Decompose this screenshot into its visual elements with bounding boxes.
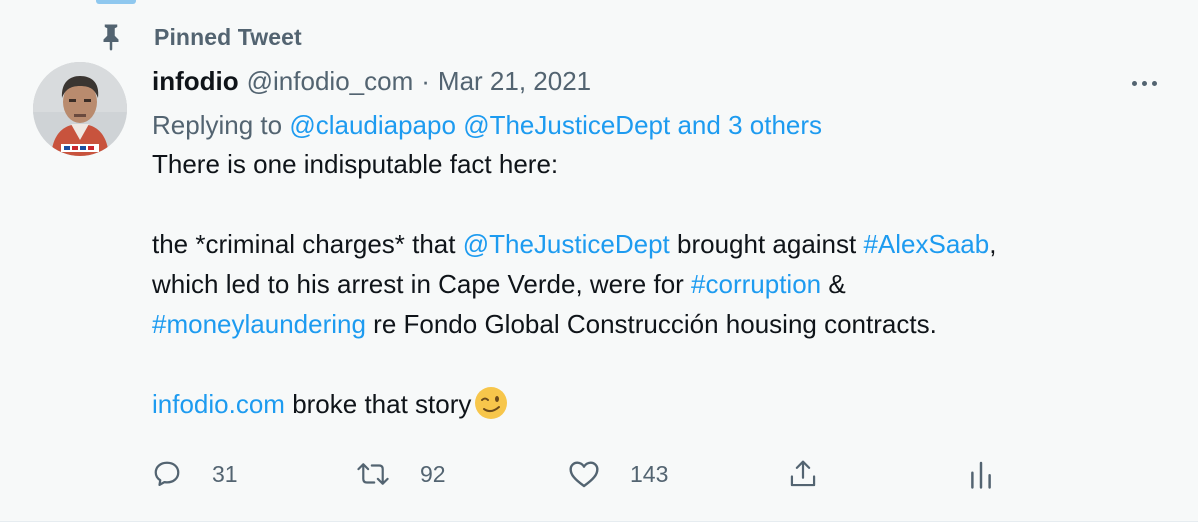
share-icon [788,458,818,490]
author-handle[interactable]: @infodio_com [247,62,414,100]
others-link[interactable]: and 3 others [677,110,822,140]
wink-emoji [473,385,509,421]
pinned-label: Pinned Tweet [154,23,302,50]
author-name[interactable]: infodio [152,62,239,100]
tweet-paragraph: There is one indisputable fact here: [152,149,559,179]
tweet-paragraph: infodio.com broke that story [152,384,1142,424]
tweet-content: infodio @infodio_com · Mar 21, 2021 Repl… [152,62,1142,424]
pinned-indicator: Pinned Tweet [96,22,302,52]
thread-indicator [96,0,136,4]
infodio-link[interactable]: infodio.com [152,389,285,419]
hashtag-alexsaab[interactable]: #AlexSaab [863,229,989,259]
share-button[interactable] [788,450,818,498]
tweet-actions: 31 92 143 [152,450,1012,498]
retweet-icon [356,459,390,489]
tweet-text: There is one indisputable fact here: the… [152,144,1142,424]
replying-to-prefix: Replying to [152,110,283,140]
replying-to: Replying to @claudiapapo @TheJusticeDept… [152,106,1142,144]
mention-thejusticedept[interactable]: @TheJusticeDept [463,110,670,140]
retweet-button[interactable]: 92 [356,450,446,498]
mention-thejusticedept-body[interactable]: @TheJusticeDept [463,229,670,259]
tweet-card[interactable]: Pinned Tweet infodio @infodio_com · Mar … [0,0,1198,522]
tweet-paragraph: the *criminal charges* that @TheJusticeD… [152,229,997,339]
tweet-header: infodio @infodio_com · Mar 21, 2021 [152,62,1142,100]
retweet-count: 92 [420,460,446,487]
like-button[interactable]: 143 [568,450,668,498]
reply-count: 31 [212,460,238,487]
reply-button[interactable]: 31 [152,450,238,498]
hashtag-moneylaundering[interactable]: #moneylaundering [152,309,366,339]
like-icon [568,459,600,489]
mention-claudiapapo[interactable]: @claudiapapo [289,110,456,140]
pin-icon [96,22,126,52]
tweet-date[interactable]: Mar 21, 2021 [438,62,591,100]
avatar[interactable] [33,62,127,156]
like-count: 143 [630,460,669,487]
analytics-button[interactable] [968,450,994,498]
reply-icon [152,459,182,489]
analytics-icon [968,458,994,490]
hashtag-corruption[interactable]: #corruption [691,269,821,299]
separator-dot: · [421,66,430,96]
